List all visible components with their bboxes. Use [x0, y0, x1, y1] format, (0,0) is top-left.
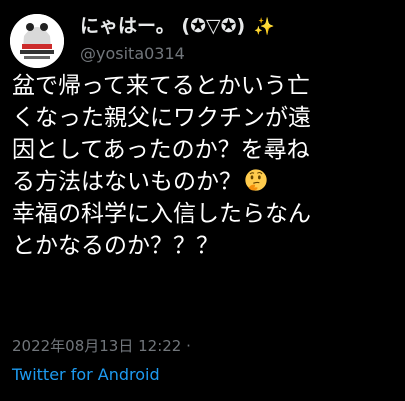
tweet-line: くなった親父にワクチンが遠	[12, 105, 311, 131]
tweet-text: 盆で帰って来てるとかいう亡 くなった親父にワクチンが遠 因としてあったのか？を尋…	[12, 70, 400, 262]
sparkles-icon: ✨	[253, 17, 276, 37]
tweet-line: 盆で帰って来てるとかいう亡	[12, 73, 310, 99]
thinking-face-emoji	[245, 169, 267, 191]
avatar[interactable]	[10, 14, 64, 68]
user-handle[interactable]: @yosita0314	[80, 44, 185, 64]
display-name-text: にゃはー。 (✪▽✪)	[80, 15, 246, 37]
anime-avatar-icon	[10, 14, 64, 68]
tweet-line: る方法はないものか？	[12, 169, 242, 195]
tweet-line: とかなるのか？？？	[12, 233, 219, 259]
tweet-line-with-emoji: る方法はないものか？	[12, 166, 400, 198]
tweet-line: 幸福の科学に入信したらなん	[12, 201, 311, 227]
display-name[interactable]: にゃはー。 (✪▽✪) ✨	[80, 14, 275, 39]
tweet-source-link[interactable]: Twitter for Android	[12, 364, 160, 386]
tweet-line: 因としてあったのか？を尋ね	[12, 137, 310, 163]
tweet-timestamp[interactable]: 2022年08月13日 12:22 ·	[12, 336, 191, 356]
tweet-card: にゃはー。 (✪▽✪) ✨ @yosita0314 盆で帰って来てるとかいう亡 …	[0, 0, 405, 401]
